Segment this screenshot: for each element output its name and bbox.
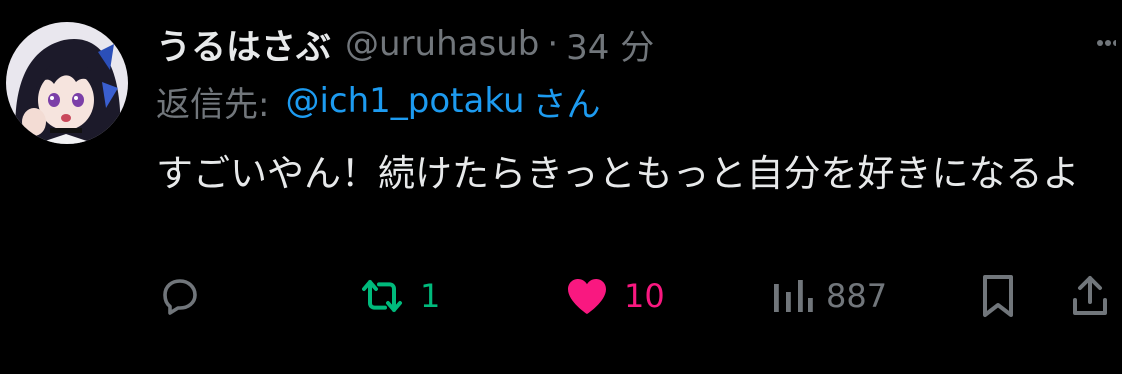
- reply-to-label: 返信先:: [156, 84, 270, 125]
- reply-to-suffix: さん: [532, 84, 601, 125]
- more-icon[interactable]: [1096, 28, 1119, 58]
- like-button[interactable]: 10: [562, 266, 665, 326]
- reply-to-user-link[interactable]: @ich1_potaku: [285, 81, 524, 121]
- heart-icon: [562, 272, 612, 320]
- tweet-text: すごいやん！続けたらきっともっと自分を好きになるよ: [156, 152, 1080, 195]
- timestamp[interactable]: 34 分: [566, 20, 654, 69]
- reply-icon: [156, 272, 204, 320]
- action-bar: 1 10 887: [0, 266, 1122, 326]
- author-display-name[interactable]: うるはさぶ: [156, 19, 331, 70]
- author-handle[interactable]: @uruhasub: [345, 24, 539, 64]
- like-count: 10: [624, 277, 665, 315]
- retweet-icon: [356, 272, 408, 320]
- reply-context: 返信先: @ich1_potaku さん: [156, 76, 601, 126]
- views-button[interactable]: 887: [770, 266, 887, 326]
- views-count: 887: [826, 277, 888, 315]
- share-button[interactable]: [1070, 266, 1110, 326]
- tweet-header: うるはさぶ @uruhasub · 34 分: [156, 16, 654, 72]
- avatar[interactable]: [6, 22, 128, 144]
- retweet-button[interactable]: 1: [356, 266, 440, 326]
- reply-button[interactable]: [156, 266, 204, 326]
- bookmark-icon: [978, 272, 1018, 320]
- views-icon: [770, 272, 814, 320]
- tweet: うるはさぶ @uruhasub · 34 分 返信先: @ich1_potaku…: [0, 0, 1122, 374]
- bookmark-button[interactable]: [978, 266, 1018, 326]
- retweet-count: 1: [420, 277, 441, 315]
- share-icon: [1070, 272, 1110, 320]
- separator-dot: ·: [547, 24, 559, 64]
